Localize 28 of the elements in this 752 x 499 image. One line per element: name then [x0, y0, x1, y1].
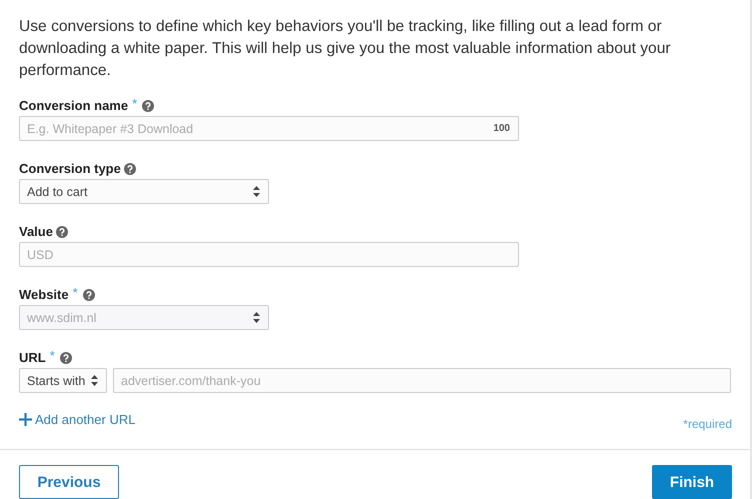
field-label: Conversion type: [19, 161, 121, 176]
sort-caret-icon: [253, 186, 260, 197]
intro-paragraph: Use conversions to define which key behaviors you'll be tracking, like filling out a lead form or downloading a white paper. This will help us give you the most valuable information about your performance.: [19, 17, 672, 81]
finish-button[interactable]: Finish: [652, 465, 732, 499]
previous-button[interactable]: Previous: [19, 465, 119, 499]
sort-caret-icon: [91, 375, 98, 386]
field-label: URL: [19, 350, 46, 365]
required-note: *required: [683, 417, 732, 431]
required-asterisk: *: [72, 285, 78, 300]
sort-caret-icon: [253, 312, 260, 323]
character-counter: 100: [493, 123, 510, 134]
help-icon[interactable]: [60, 352, 72, 364]
text-input-field[interactable]: E.g. Whitepaper #3 Download 100: [19, 116, 519, 141]
plus-icon: [19, 412, 32, 426]
help-icon[interactable]: [142, 100, 154, 112]
dropdown-select[interactable]: Add to cart: [19, 179, 269, 204]
required-asterisk: *: [132, 96, 138, 111]
dropdown-select[interactable]: Starts with: [19, 368, 107, 393]
help-icon[interactable]: [124, 162, 136, 174]
help-icon[interactable]: [56, 226, 68, 238]
field-label: Website: [19, 287, 69, 302]
text-input-field[interactable]: USD: [19, 242, 519, 267]
required-asterisk: *: [50, 348, 55, 363]
add-url-link[interactable]: Add another URL: [19, 412, 136, 426]
field-label: Conversion name: [19, 98, 128, 113]
help-icon[interactable]: [82, 288, 95, 300]
field-label: Value: [19, 224, 53, 239]
text-input-field[interactable]: advertiser.com/thank-you: [113, 368, 731, 393]
